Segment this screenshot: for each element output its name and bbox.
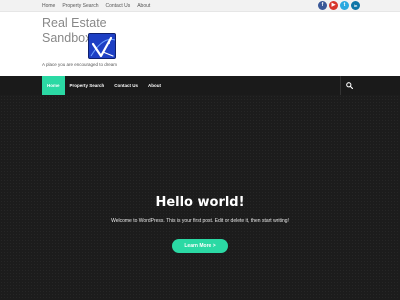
hero-excerpt: Welcome to WordPress. This is your first… — [111, 218, 289, 224]
top-nav: Home Property Search Contact Us About — [42, 0, 150, 12]
main-nav-property-search[interactable]: Property Search — [65, 76, 110, 95]
hero-title[interactable]: Hello world! — [0, 195, 400, 210]
search-button[interactable] — [340, 76, 358, 95]
site-title-line1[interactable]: Real Estate — [42, 16, 107, 31]
top-nav-property-search[interactable]: Property Search — [62, 0, 98, 12]
top-nav-home[interactable]: Home — [42, 0, 55, 12]
main-nav: Home Property Search Contact Us About — [0, 76, 400, 95]
main-nav-home[interactable]: Home — [42, 76, 65, 95]
learn-more-button[interactable]: Learn More > — [172, 239, 228, 253]
top-nav-about[interactable]: About — [137, 0, 150, 12]
twitter-icon[interactable]: t — [340, 1, 349, 10]
logo-mark-icon — [89, 34, 115, 58]
top-nav-contact-us[interactable]: Contact Us — [105, 0, 130, 12]
top-bar: Home Property Search Contact Us About f … — [0, 0, 400, 12]
hero-section: Hello world! Welcome to WordPress. This … — [0, 95, 400, 300]
main-nav-contact-us[interactable]: Contact Us — [109, 76, 143, 95]
site-tagline: A place you are encouraged to dream — [42, 62, 118, 67]
main-nav-about[interactable]: About — [143, 76, 166, 95]
search-icon — [346, 82, 353, 89]
social-links: f ▶ t in — [318, 1, 360, 10]
site-logo[interactable] — [88, 33, 116, 59]
youtube-icon[interactable]: ▶ — [329, 1, 338, 10]
facebook-icon[interactable]: f — [318, 1, 327, 10]
linkedin-icon[interactable]: in — [351, 1, 360, 10]
